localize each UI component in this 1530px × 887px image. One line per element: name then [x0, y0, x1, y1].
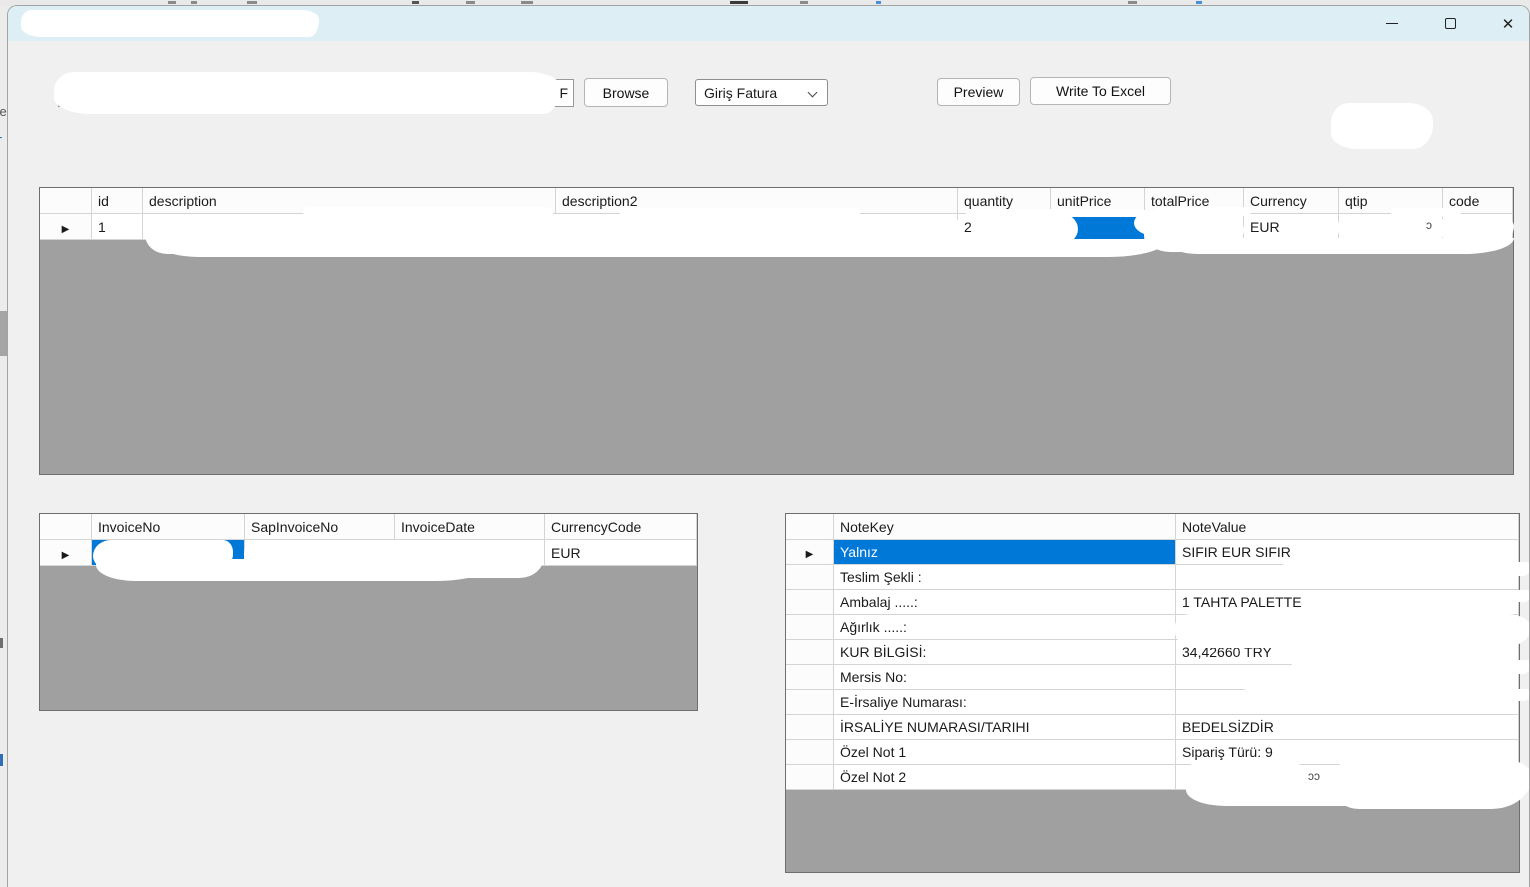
cell-notekey[interactable]: Özel Not 2 [834, 765, 1176, 790]
background-left-edge: se T e p [0, 6, 7, 887]
column-header-sapinvoiceno[interactable]: SapInvoiceNo [245, 514, 395, 540]
cell-notekey[interactable]: Ağırlık .....: [834, 615, 1176, 640]
redacted-partial-glyph: ɔɔ [1308, 769, 1320, 783]
cell-notekey[interactable]: E-İrsaliye Numarası: [834, 690, 1176, 715]
background-text-fragment: e [0, 227, 7, 242]
cell-notevalue[interactable]: BEDELSİZDİR [1176, 715, 1519, 740]
row-header[interactable] [786, 765, 834, 790]
column-header-notekey[interactable]: NoteKey [834, 514, 1176, 540]
row-header[interactable] [786, 615, 834, 640]
column-header-currencycode[interactable]: CurrencyCode [545, 514, 697, 540]
redaction-blob [96, 559, 496, 581]
row-selector-icon: ▶ [806, 549, 814, 560]
row-header[interactable] [786, 640, 834, 665]
redaction-blob [1241, 689, 1530, 701]
close-icon: ✕ [1502, 15, 1515, 33]
window-controls: ✕ [1381, 6, 1519, 41]
redaction-blob [158, 239, 1168, 257]
redaction-blob [21, 10, 319, 37]
title-bar: ✕ [8, 6, 1529, 41]
write-to-excel-button[interactable]: Write To Excel [1030, 77, 1171, 105]
chevron-down-icon [808, 88, 818, 98]
background-block [0, 754, 3, 766]
row-header[interactable] [786, 715, 834, 740]
redaction-blob [1291, 660, 1530, 674]
cell-notekey[interactable]: Mersis No: [834, 665, 1176, 690]
column-header-currency[interactable]: Currency [1244, 188, 1339, 214]
grid-corner[interactable] [40, 514, 92, 540]
cell-notekey[interactable]: KUR BİLGİSİ: [834, 640, 1176, 665]
notes-grid-table: NoteKey NoteValue ▶ Yalnız SIFIR EUR SIF… [786, 514, 1519, 790]
row-header[interactable] [786, 590, 834, 615]
redaction-blob [1331, 590, 1530, 602]
maximize-button[interactable] [1439, 13, 1461, 35]
row-header[interactable] [786, 565, 834, 590]
background-block [0, 638, 3, 648]
cell-notekey-selected[interactable]: Yalnız [834, 540, 1176, 565]
redaction-blob [1186, 782, 1530, 806]
grid-corner[interactable] [786, 514, 834, 540]
row-selector[interactable]: ▶ [786, 540, 834, 565]
cell-notekey[interactable]: Özel Not 1 [834, 740, 1176, 765]
grid-corner[interactable] [40, 188, 92, 214]
row-selector-icon: ▶ [62, 224, 70, 235]
cell-notekey[interactable]: Ambalaj .....: [834, 590, 1176, 615]
background-text-fragment: p [0, 287, 7, 302]
redacted-partial-glyph: ɔ [1426, 218, 1432, 232]
column-header-notevalue[interactable]: NoteValue [1176, 514, 1519, 540]
row-header[interactable] [786, 740, 834, 765]
row-header[interactable] [786, 690, 834, 715]
file-path-partial-text: F [559, 85, 568, 101]
cell-currency[interactable]: EUR [1244, 214, 1339, 240]
redaction-blob [1281, 562, 1530, 576]
minimize-icon [1386, 23, 1398, 25]
redaction-blob [1331, 103, 1433, 149]
app-window: ✕ F Browse Giriş Fatura Preview Write To… [7, 5, 1530, 887]
maximize-icon [1445, 18, 1456, 29]
document-type-value: Giriş Fatura [704, 85, 777, 101]
preview-button[interactable]: Preview [937, 78, 1020, 106]
document-type-select[interactable]: Giriş Fatura [695, 79, 828, 106]
column-header-invoiceno[interactable]: InvoiceNo [92, 514, 245, 540]
cell-id[interactable]: 1 [92, 214, 143, 240]
cell-notekey[interactable]: İRSALİYE NUMARASI/TARIHI [834, 715, 1176, 740]
background-block [0, 311, 7, 356]
redaction-blob [1175, 614, 1530, 648]
row-header[interactable] [786, 665, 834, 690]
table-row: İRSALİYE NUMARASI/TARIHI BEDELSİZDİR [786, 715, 1519, 740]
redaction-blob [1168, 238, 1514, 254]
row-selector[interactable]: ▶ [40, 540, 92, 566]
row-selector[interactable]: ▶ [40, 214, 92, 240]
row-selector-icon: ▶ [62, 550, 70, 561]
column-header-id[interactable]: id [92, 188, 143, 214]
browse-button[interactable]: Browse [584, 78, 668, 107]
close-button[interactable]: ✕ [1497, 13, 1519, 35]
column-header-invoicedate[interactable]: InvoiceDate [395, 514, 545, 540]
background-text-fragment: T [0, 134, 7, 151]
minimize-button[interactable] [1381, 13, 1403, 35]
cell-currencycode[interactable]: EUR [545, 540, 697, 566]
cell-notekey[interactable]: Teslim Şekli : [834, 565, 1176, 590]
background-text-fragment: se [0, 104, 7, 119]
redaction-blob [54, 72, 560, 114]
